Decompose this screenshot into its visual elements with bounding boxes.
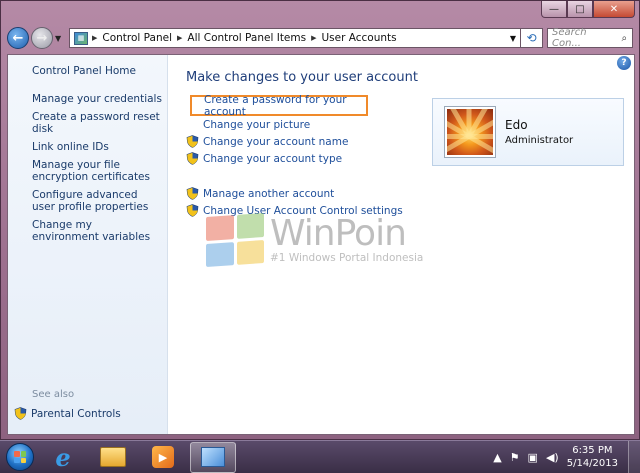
shield-icon xyxy=(186,135,199,148)
user-role: Administrator xyxy=(505,135,574,146)
chevron-right-icon[interactable]: ▶ xyxy=(92,34,97,42)
sidebar: Control Panel Home Manage your credentia… xyxy=(8,55,168,434)
control-panel-icon: ▦ xyxy=(74,31,88,45)
search-input[interactable]: Search Con... ⌕ xyxy=(547,27,633,49)
close-button[interactable]: ✕ xyxy=(593,1,635,18)
clock-date: 5/14/2013 xyxy=(566,458,618,469)
content-area: Control Panel Home Manage your credentia… xyxy=(7,54,635,435)
sidebar-item-environment[interactable]: Change my environment variables xyxy=(32,219,162,243)
show-desktop-button[interactable] xyxy=(628,440,640,473)
show-hidden-icons-icon[interactable]: ▲ xyxy=(493,451,501,464)
watermark-subtitle: #1 Windows Portal Indonesia xyxy=(270,252,424,264)
sidebar-item-home[interactable]: Control Panel Home xyxy=(32,65,162,77)
shield-icon xyxy=(186,152,199,165)
search-placeholder: Search Con... xyxy=(552,27,587,49)
task-create-password[interactable]: Create a password for your account xyxy=(190,94,368,118)
internet-explorer-icon: e xyxy=(55,442,71,472)
task-manage-another[interactable]: Manage another account xyxy=(186,185,634,202)
shield-icon xyxy=(186,187,199,200)
breadcrumb-control-panel[interactable]: Control Panel xyxy=(102,32,172,44)
address-bar[interactable]: ▦ ▶ Control Panel ▶ All Control Panel It… xyxy=(69,28,521,48)
watermark-title: WinPoin xyxy=(270,213,407,254)
folder-icon xyxy=(100,447,126,467)
create-password-link[interactable]: Create a password for your account xyxy=(204,94,356,118)
shield-icon xyxy=(14,407,27,420)
clock-time: 6:35 PM xyxy=(572,445,613,456)
chevron-right-icon[interactable]: ▶ xyxy=(311,34,316,42)
main-panel: ? Make changes to your user account Crea… xyxy=(168,55,634,434)
forward-button[interactable]: → xyxy=(31,27,53,49)
shield-icon xyxy=(186,204,199,217)
network-icon[interactable]: ▣ xyxy=(528,451,538,464)
recent-pages-dropdown[interactable]: ▼ xyxy=(55,34,65,43)
sidebar-item-credentials[interactable]: Manage your credentials xyxy=(32,93,162,105)
taskbar-control-panel[interactable] xyxy=(190,441,236,473)
manage-another-link[interactable]: Manage another account xyxy=(203,188,334,200)
chevron-right-icon[interactable]: ▶ xyxy=(177,34,182,42)
volume-icon[interactable]: ◀) xyxy=(546,451,559,464)
minimize-button[interactable]: — xyxy=(541,1,567,18)
taskbar-internet-explorer[interactable]: e xyxy=(40,442,86,473)
user-info: Edo Administrator xyxy=(505,118,573,146)
windows-logo-icon xyxy=(206,212,264,268)
caption-buttons: — □ ✕ xyxy=(541,1,635,18)
system-tray: ▲ ⚑ ▣ ◀) 6:35 PM 5/14/2013 xyxy=(493,440,640,473)
action-center-flag-icon[interactable]: ⚑ xyxy=(510,451,520,464)
change-picture-link[interactable]: Change your picture xyxy=(203,119,310,131)
parental-controls-row[interactable]: Parental Controls xyxy=(14,407,161,420)
sidebar-item-encryption[interactable]: Manage your file encryption certificates xyxy=(32,159,162,183)
watermark: WinPoin #1 Windows Portal Indonesia xyxy=(206,212,424,268)
taskbar-media-player[interactable]: ▶ xyxy=(140,442,186,473)
help-icon[interactable]: ? xyxy=(617,56,631,70)
clock[interactable]: 6:35 PM 5/14/2013 xyxy=(567,444,618,470)
change-type-link[interactable]: Change your account type xyxy=(203,153,342,165)
user-account-card: Edo Administrator xyxy=(432,98,624,166)
maximize-button[interactable]: □ xyxy=(567,1,593,18)
control-panel-icon xyxy=(201,447,225,467)
sidebar-item-parental-controls[interactable]: Parental Controls xyxy=(31,408,161,420)
start-button[interactable] xyxy=(0,441,40,473)
windows-orb-icon xyxy=(6,443,34,471)
see-also-heading: See also xyxy=(32,389,75,400)
sidebar-item-profile[interactable]: Configure advanced user profile properti… xyxy=(32,189,162,213)
refresh-button[interactable]: ⟲ xyxy=(521,28,543,48)
address-dropdown-icon[interactable]: ▼ xyxy=(506,34,520,43)
breadcrumb-all-items[interactable]: All Control Panel Items xyxy=(187,32,306,44)
breadcrumb-user-accounts[interactable]: User Accounts xyxy=(321,32,396,44)
taskbar: e ▶ ▲ ⚑ ▣ ◀) 6:35 PM 5/14/2013 xyxy=(0,440,640,473)
change-name-link[interactable]: Change your account name xyxy=(203,136,348,148)
user-name: Edo xyxy=(505,118,528,132)
sidebar-item-reset-disk[interactable]: Create a password reset disk xyxy=(32,111,162,135)
navigation-bar: ← → ▼ ▦ ▶ Control Panel ▶ All Control Pa… xyxy=(7,25,633,51)
page-title: Make changes to your user account xyxy=(186,70,418,85)
media-player-icon: ▶ xyxy=(152,446,174,468)
back-button[interactable]: ← xyxy=(7,27,29,49)
sidebar-item-online-ids[interactable]: Link online IDs xyxy=(32,141,162,153)
user-accounts-window: — □ ✕ ← → ▼ ▦ ▶ Control Panel ▶ All Cont… xyxy=(0,0,640,440)
avatar[interactable] xyxy=(445,107,495,157)
search-icon[interactable]: ⌕ xyxy=(617,33,632,44)
taskbar-explorer[interactable] xyxy=(90,442,136,473)
